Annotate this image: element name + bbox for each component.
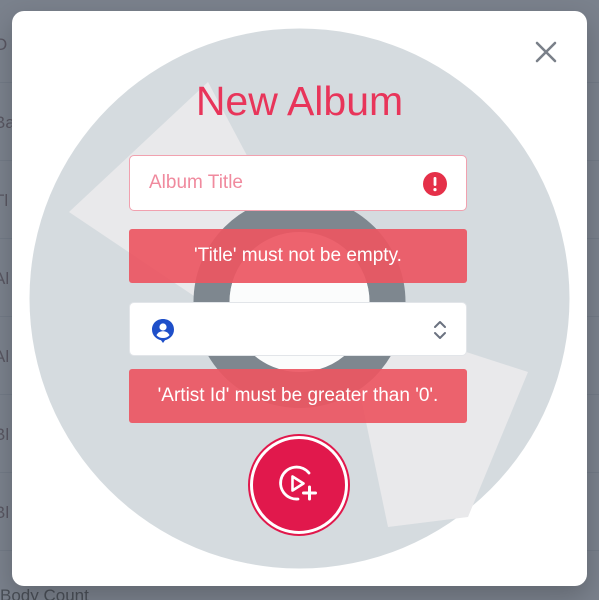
new-album-modal: New Album 'Title' must not be empty. 'Ar…: [12, 11, 587, 586]
error-circle-icon: [423, 172, 447, 196]
play-circle-add-icon: [279, 465, 317, 501]
chevron-up-down-icon: [434, 321, 446, 339]
modal-title: New Album: [195, 78, 404, 124]
add-album-button[interactable]: [250, 436, 348, 534]
person-pin-icon: [152, 319, 174, 343]
artist-error-message: 'Artist Id' must be greater than '0'.: [129, 369, 467, 423]
close-icon[interactable]: [531, 37, 561, 67]
title-error-message: 'Title' must not be empty.: [129, 229, 467, 283]
album-title-field: [129, 155, 467, 211]
album-title-input[interactable]: [131, 157, 411, 209]
background-footer-text: Body Count: [0, 586, 89, 600]
artist-select[interactable]: [129, 302, 467, 356]
